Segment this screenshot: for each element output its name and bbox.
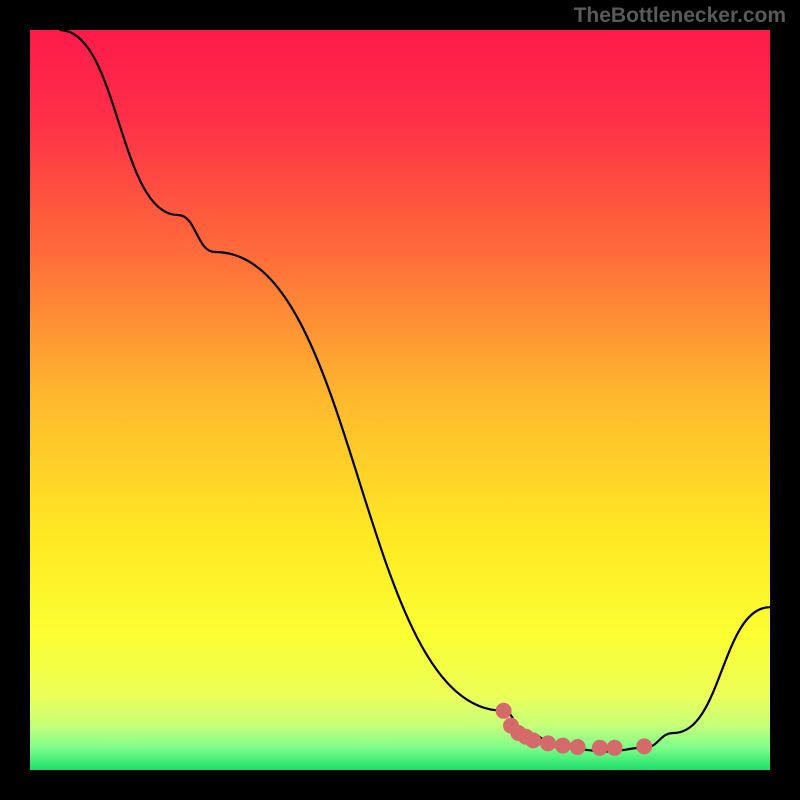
marker-point <box>496 703 512 719</box>
marker-point <box>570 739 586 755</box>
marker-point <box>540 735 556 751</box>
marker-point <box>636 738 652 754</box>
marker-point <box>525 732 541 748</box>
marker-point <box>592 740 608 756</box>
chart-svg <box>30 30 770 770</box>
watermark-text: TheBottlenecker.com <box>574 4 786 28</box>
chart-plot-area <box>30 30 770 770</box>
chart-background <box>30 30 770 770</box>
marker-point <box>555 738 571 754</box>
marker-point <box>607 740 623 756</box>
